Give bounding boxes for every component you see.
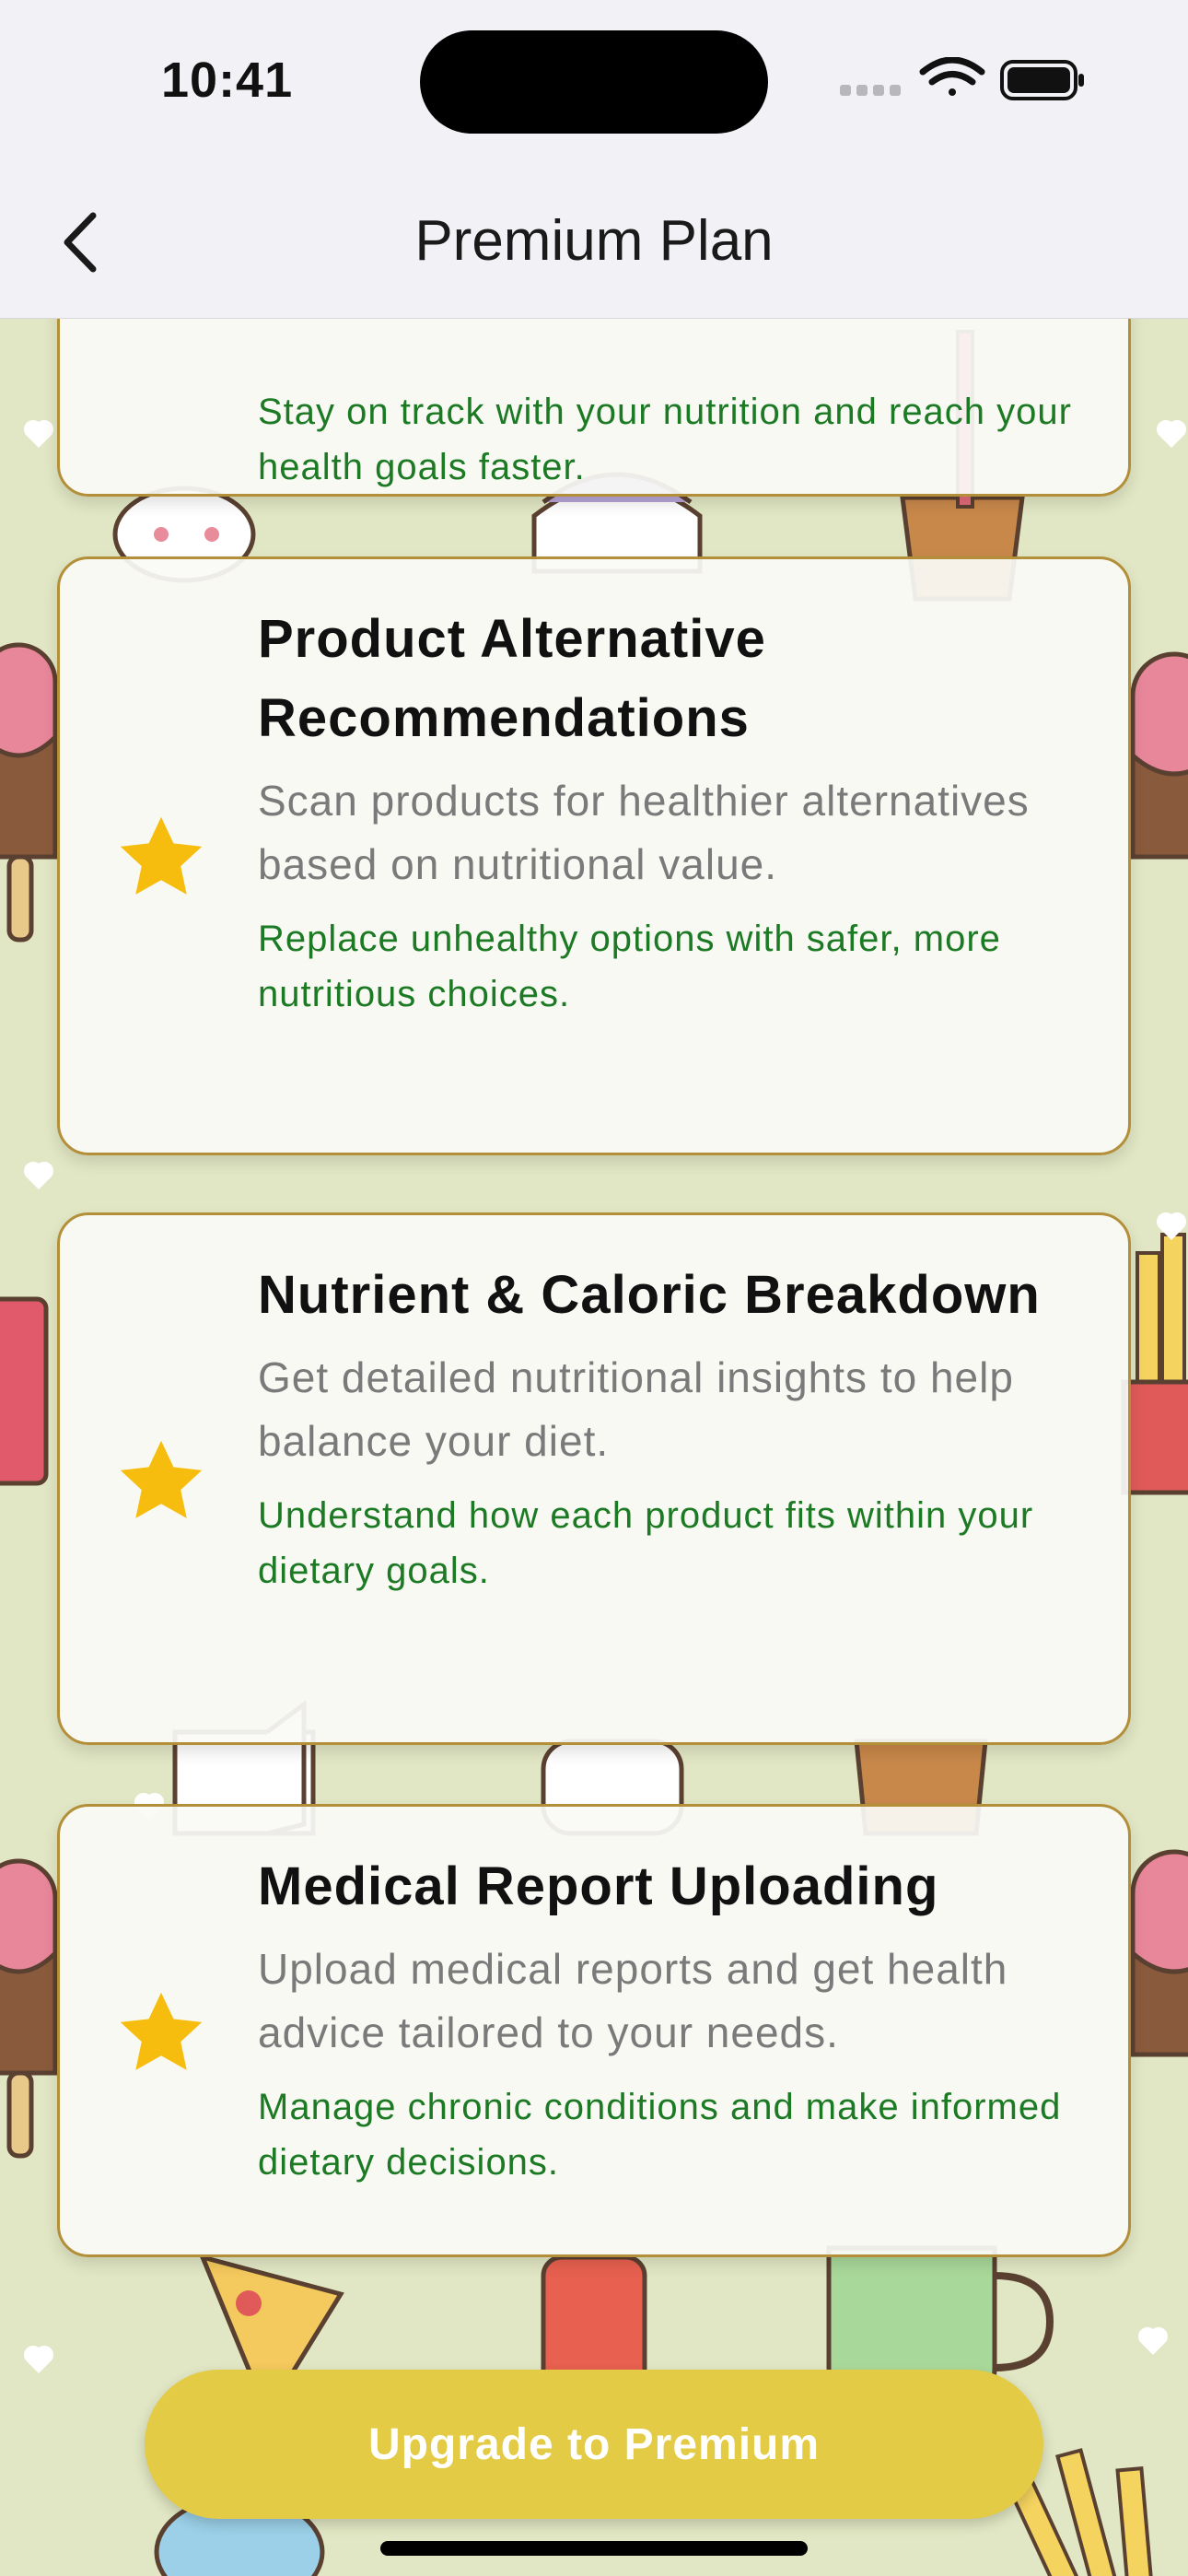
dynamic-island — [420, 30, 768, 134]
navigation-bar: Premium Plan — [0, 162, 1188, 319]
upgrade-to-premium-button[interactable]: Upgrade to Premium — [145, 2370, 1043, 2519]
wifi-icon — [919, 57, 985, 96]
feature-benefit: Manage chronic conditions and make infor… — [258, 2087, 1062, 2183]
feature-benefit: Understand how each product fits within … — [258, 1495, 1034, 1591]
feature-description: Upload medical reports and get health ad… — [258, 1945, 1008, 2056]
star-icon — [120, 1992, 203, 2070]
battery-icon — [1000, 60, 1084, 100]
star-icon — [120, 816, 203, 895]
feature-list[interactable]: Stay on track with your nutrition and re… — [0, 319, 1188, 2576]
feature-title: Nutrient & Caloric Breakdown — [258, 1265, 1041, 1325]
feature-benefit: Replace unhealthy options with safer, mo… — [258, 919, 1001, 1014]
feature-description: Scan products for healthier alternatives… — [258, 777, 1030, 888]
star-icon — [120, 1440, 203, 1518]
feature-card: Nutrient & Caloric Breakdown Get detaile… — [57, 1212, 1131, 1745]
status-bar: 10:41 — [0, 0, 1188, 162]
feature-benefit: Stay on track with your nutrition and re… — [258, 392, 1072, 487]
status-icons — [840, 57, 1084, 100]
cellular-signal-icon — [840, 85, 901, 96]
feature-description: Get detailed nutritional insights to hel… — [258, 1353, 1014, 1465]
feature-title: Medical Report Uploading — [258, 1856, 939, 1916]
feature-card: Product Alternative Recommendations Scan… — [57, 556, 1131, 1155]
feature-card: Medical Report Uploading Upload medical … — [57, 1804, 1131, 2257]
feature-title: Product Alternative Recommendations — [258, 609, 766, 748]
page-title: Premium Plan — [414, 209, 774, 273]
feature-card: Stay on track with your nutrition and re… — [57, 319, 1131, 497]
home-indicator — [380, 2541, 808, 2556]
status-time: 10:41 — [161, 53, 294, 108]
